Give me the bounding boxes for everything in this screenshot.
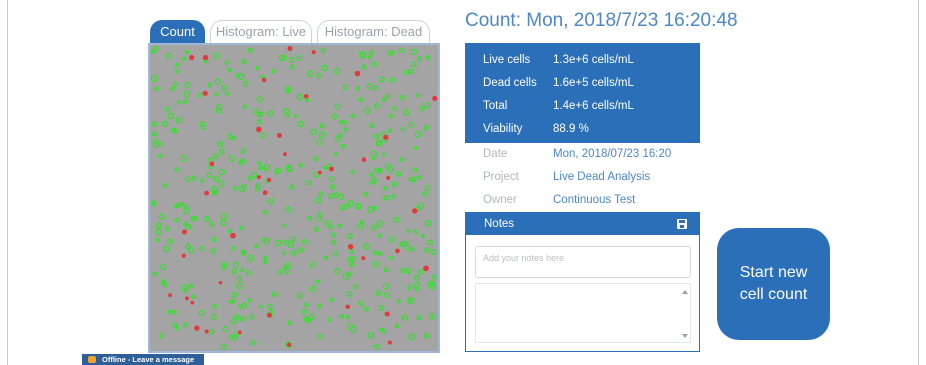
dead-cell-marker [412, 208, 418, 214]
notes-list-area [475, 283, 691, 343]
dead-cell-marker [432, 95, 438, 101]
dead-cell-marker [361, 157, 367, 162]
dead-cell-marker [311, 50, 316, 55]
notes-header: Notes [466, 213, 699, 235]
dead-cell-marker [204, 329, 209, 334]
dead-cell-marker [189, 54, 195, 61]
dead-cell-marker [202, 90, 208, 96]
dead-cell-marker [202, 54, 209, 61]
save-icon[interactable] [677, 219, 687, 229]
stat-row-live: Live cells 1.3e+6 cells/mL [465, 49, 700, 71]
meta-row-project: Project Live Dead Analysis [465, 167, 700, 187]
meta-row-date: Date Mon, 2018/07/23 16:20 [465, 144, 700, 164]
cell-count-image [148, 43, 440, 353]
notes-panel: Notes Add your notes here [465, 212, 700, 352]
offline-label: Offline - Leave a message [102, 355, 195, 364]
frame-border-right [918, 0, 919, 365]
dead-cell-marker [277, 132, 282, 138]
dead-cell-marker [181, 253, 186, 258]
stat-row-dead: Dead cells 1.6e+5 cells/mL [465, 72, 700, 94]
dead-cell-marker [384, 311, 390, 317]
dead-cell-marker [256, 126, 262, 133]
frame-border-left [7, 0, 8, 365]
meta-label: Owner [483, 194, 517, 206]
dead-cell-marker [345, 304, 350, 309]
dead-cell-marker [237, 330, 242, 335]
dead-cell-marker [354, 70, 361, 77]
dead-cell-marker [303, 94, 309, 99]
stat-row-viability: Viability 88.9 % [465, 118, 700, 140]
dead-cell-marker [257, 175, 261, 180]
dead-cell-marker [190, 301, 195, 305]
dead-cell-marker [218, 281, 223, 285]
dead-cell-marker [329, 166, 334, 172]
start-new-count-button[interactable]: Start new cell count [717, 228, 830, 340]
meta-row-owner: Owner Continuous Test [465, 190, 700, 210]
meta-label: Project [483, 171, 519, 183]
dead-cell-marker [395, 248, 400, 254]
stat-label: Viability [483, 123, 523, 135]
cell-image-canvas [150, 45, 438, 351]
dead-cell-marker [317, 170, 322, 175]
stats-panel: Live cells 1.3e+6 cells/mL Dead cells 1.… [465, 43, 700, 143]
dead-cell-marker [361, 256, 366, 261]
dead-cell-marker [185, 296, 189, 301]
stat-label: Dead cells [483, 77, 537, 89]
stat-label: Total [483, 100, 508, 112]
scroll-down-icon[interactable] [682, 334, 688, 338]
notes-input[interactable]: Add your notes here [475, 246, 691, 278]
dead-cell-marker [168, 293, 172, 298]
tab-count[interactable]: Count [150, 20, 205, 43]
dead-cell-marker [283, 152, 287, 157]
dead-cell-marker [266, 312, 272, 318]
meta-value[interactable]: Continuous Test [553, 190, 635, 210]
tab-histogram-live[interactable]: Histogram: Live [210, 20, 312, 43]
scroll-up-icon[interactable] [682, 290, 688, 294]
dead-cell-marker [261, 77, 267, 83]
chat-icon [88, 356, 96, 363]
offline-chat-badge[interactable]: Offline - Leave a message [82, 354, 204, 365]
dead-cell-marker [423, 265, 429, 272]
dead-cell-marker [383, 134, 389, 140]
notes-header-label: Notes [484, 218, 515, 230]
meta-value[interactable]: Live Dead Analysis [553, 167, 650, 187]
stat-value: 1.6e+5 cells/mL [553, 77, 634, 89]
start-button-label: Start new cell count [739, 264, 808, 303]
meta-label: Date [483, 148, 508, 160]
dead-cell-marker [266, 177, 272, 183]
dead-cell-marker [262, 190, 268, 196]
dead-cell-marker [386, 175, 391, 180]
stat-row-total: Total 1.4e+6 cells/mL [465, 95, 700, 117]
stat-value: 88.9 % [553, 123, 589, 135]
tab-histogram-dead[interactable]: Histogram: Dead [317, 20, 430, 43]
dead-cell-marker [204, 190, 209, 196]
stat-value: 1.3e+6 cells/mL [553, 54, 634, 66]
dead-cell-marker [348, 244, 354, 250]
meta-value: Mon, 2018/07/23 16:20 [553, 148, 672, 160]
stat-value: 1.4e+6 cells/mL [553, 100, 634, 112]
page-title: Count: Mon, 2018/7/23 16:20:48 [465, 10, 738, 31]
notes-scrollbar[interactable] [682, 290, 688, 338]
dead-cell-marker [194, 325, 200, 331]
dead-cell-marker [230, 232, 236, 239]
stat-label: Live cells [483, 54, 531, 66]
dead-cell-marker [209, 161, 215, 166]
dead-cell-marker [387, 340, 392, 345]
dead-cell-marker [287, 46, 293, 51]
dead-cell-marker [182, 229, 187, 235]
dead-cell-marker [286, 342, 292, 347]
